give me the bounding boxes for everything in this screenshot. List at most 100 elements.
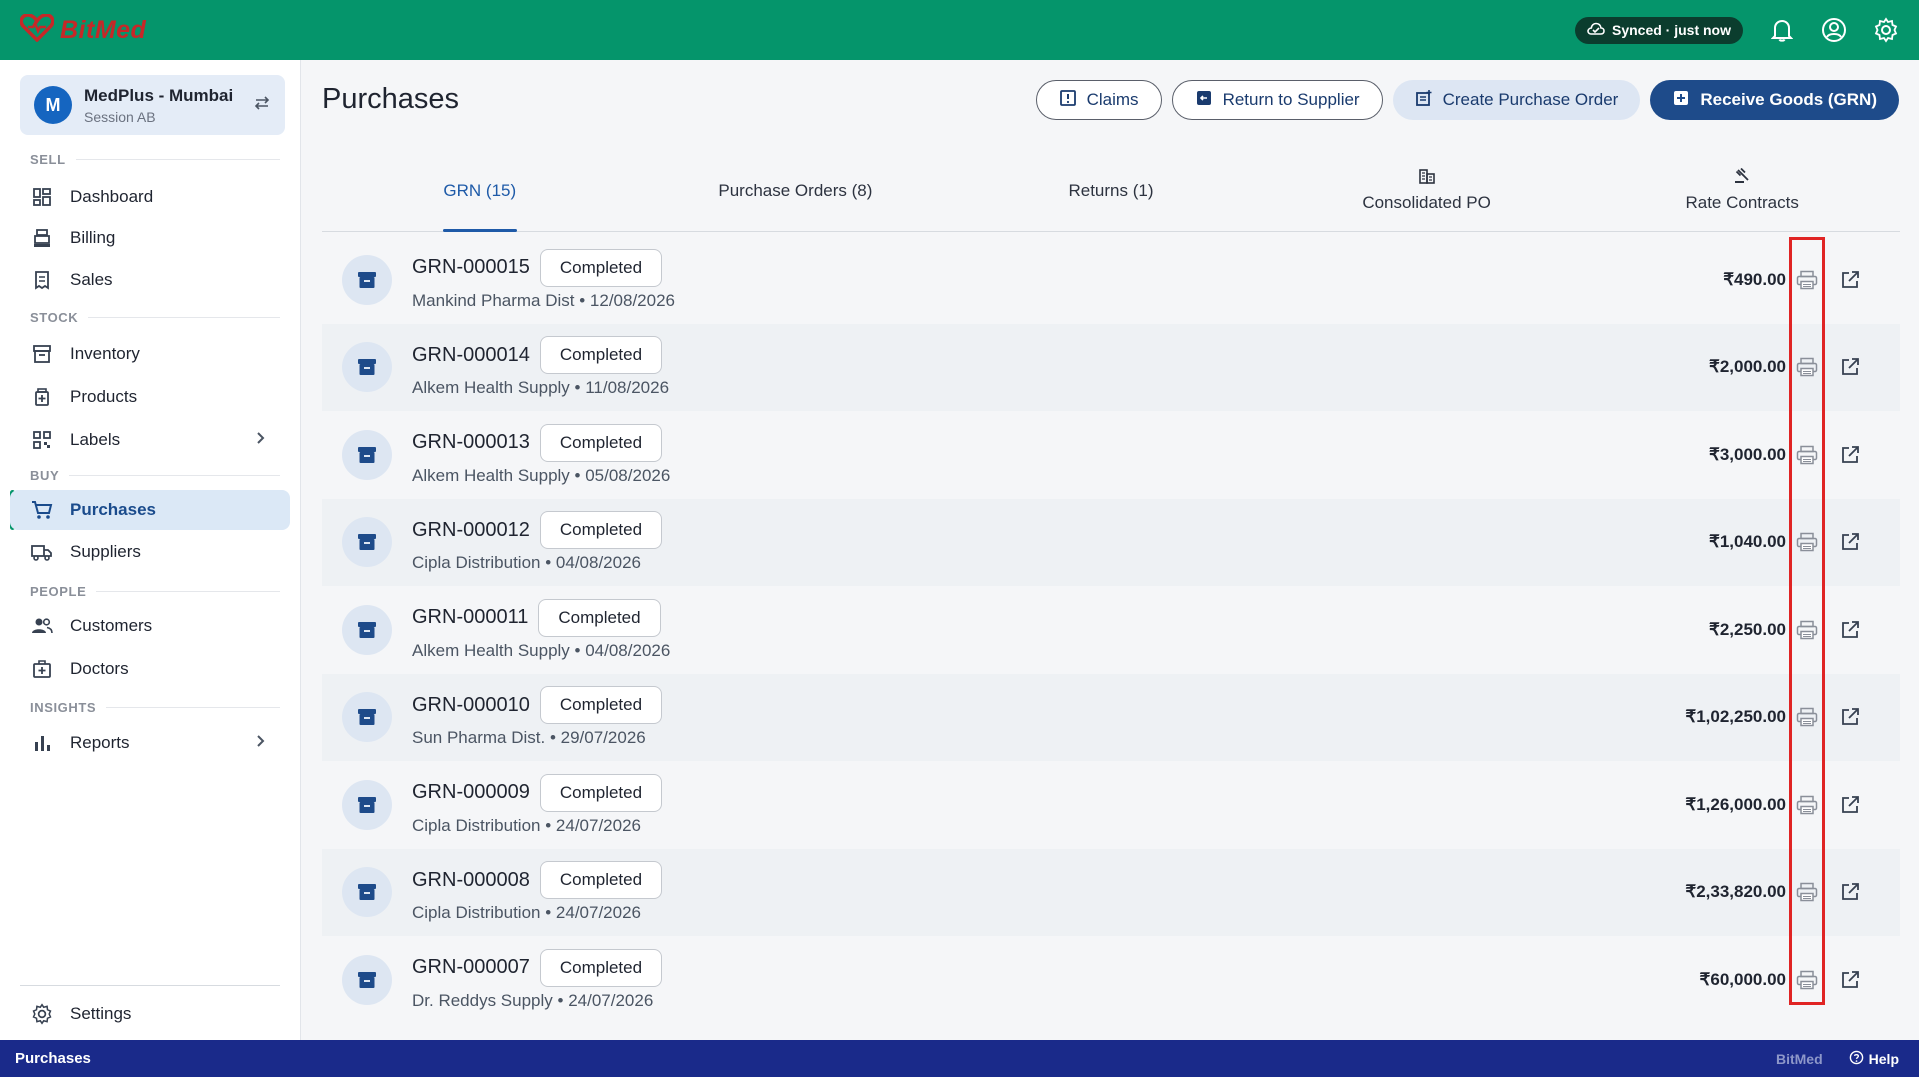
tab-grn[interactable]: GRN (15) (322, 150, 638, 231)
qr-code-icon (30, 428, 54, 452)
print-icon[interactable] (1794, 617, 1820, 643)
print-icon[interactable] (1794, 354, 1820, 380)
grn-date: 24/07/2026 (555, 903, 641, 923)
sidebar-item-suppliers[interactable]: Suppliers (10, 532, 290, 572)
tab-returns[interactable]: Returns (1) (953, 150, 1269, 231)
print-icon[interactable] (1794, 529, 1820, 555)
tab-purchase-orders[interactable]: Purchase Orders (8) (638, 150, 954, 231)
status-badge: Completed (539, 773, 663, 812)
help-label: Help (1868, 1050, 1899, 1067)
archive-icon (342, 254, 392, 305)
bell-icon[interactable] (1769, 17, 1795, 43)
sidebar-item-doctors[interactable]: Doctors (10, 649, 290, 689)
supplier-name: Cipla Distribution (412, 815, 541, 835)
account-icon[interactable] (1821, 17, 1847, 43)
grn-number: GRN-000008 (412, 868, 530, 891)
cart-icon (30, 498, 54, 522)
sync-status-text: Synced · just now (1611, 22, 1731, 38)
sidebar-item-billing[interactable]: Billing (10, 218, 290, 258)
return-to-supplier-button[interactable]: Return to Supplier (1171, 80, 1383, 120)
print-icon[interactable] (1794, 792, 1820, 818)
sidebar-item-label: Dashboard (70, 187, 154, 206)
open-in-new-icon[interactable] (1837, 529, 1863, 555)
table-row[interactable]: GRN-000014 Completed Alkem Health Supply •… (322, 323, 1900, 411)
status-badge: Completed (539, 511, 663, 550)
print-icon[interactable] (1794, 967, 1820, 993)
table-row[interactable]: GRN-000007 Completed Dr. Reddys Supply • 2… (322, 936, 1900, 1024)
tab-consolidated-po[interactable]: Consolidated PO (1269, 150, 1585, 231)
status-badge: Completed (539, 423, 663, 462)
tab-rate-contracts[interactable]: Rate Contracts (1584, 150, 1900, 231)
sidebar-item-sales[interactable]: Sales (10, 260, 290, 300)
supplier-name: Alkem Health Supply (412, 640, 570, 660)
grn-date: 24/07/2026 (568, 990, 654, 1010)
open-in-new-icon[interactable] (1837, 967, 1863, 993)
print-icon[interactable] (1794, 267, 1820, 293)
grn-amount: ₹2,33,820.00 (1685, 882, 1786, 902)
open-in-new-icon[interactable] (1837, 442, 1863, 468)
separator-dot: • (540, 553, 556, 573)
print-icon[interactable] (1794, 442, 1820, 468)
sidebar-item-label: Sales (70, 270, 113, 289)
sidebar-item-reports[interactable]: Reports (10, 723, 290, 763)
supplier-name: Cipla Distribution (412, 903, 541, 923)
separator-dot: • (569, 378, 586, 398)
brand-logo[interactable]: BitMed (19, 12, 146, 47)
inventory-icon (30, 342, 54, 366)
table-row[interactable]: GRN-000009 Completed Cipla Distribution • … (322, 761, 1900, 849)
tab-label: Consolidated PO (1362, 193, 1491, 212)
table-row[interactable]: GRN-000012 Completed Cipla Distribution • … (322, 498, 1900, 586)
sidebar-item-customers[interactable]: Customers (10, 606, 290, 646)
grn-number: GRN-000010 (412, 693, 530, 716)
open-in-new-icon[interactable] (1837, 617, 1863, 643)
chevron-right-icon (256, 733, 266, 753)
create-purchase-order-button[interactable]: Create Purchase Order (1392, 80, 1641, 120)
swap-icon[interactable] (253, 95, 271, 116)
grn-list: GRN-000015 Completed Mankind Pharma Dist •… (322, 236, 1900, 1024)
grn-meta: Cipla Distribution • 04/08/2026 (412, 553, 662, 573)
print-icon[interactable] (1794, 704, 1820, 730)
org-switcher[interactable]: M MedPlus - Mumbai Session AB (20, 75, 285, 135)
sidebar-item-dashboard[interactable]: Dashboard (10, 177, 290, 217)
sidebar-item-labels[interactable]: Labels (10, 420, 290, 460)
section-label-buy: BUY (30, 468, 280, 483)
gear-icon[interactable] (1873, 17, 1899, 43)
create-po-label: Create Purchase Order (1442, 90, 1619, 109)
table-row[interactable]: GRN-000013 Completed Alkem Health Supply •… (322, 411, 1900, 499)
sidebar-item-inventory[interactable]: Inventory (10, 334, 290, 374)
grn-number: GRN-000009 (412, 781, 530, 804)
help-button[interactable]: Help (1849, 1050, 1899, 1068)
grn-date: 12/08/2026 (589, 290, 676, 310)
open-in-new-icon[interactable] (1837, 354, 1863, 380)
status-bar-brand: BitMed (1775, 1050, 1823, 1067)
open-in-new-icon[interactable] (1837, 792, 1863, 818)
receive-goods-button[interactable]: Receive Goods (GRN) (1650, 80, 1899, 120)
print-icon[interactable] (1794, 879, 1820, 905)
separator-dot: • (569, 640, 586, 660)
grn-date: 04/08/2026 (555, 553, 641, 573)
sidebar-item-purchases[interactable]: Purchases (10, 490, 290, 530)
open-in-new-icon[interactable] (1837, 267, 1863, 293)
sidebar-item-settings[interactable]: Settings (10, 994, 290, 1034)
table-row[interactable]: GRN-000011 Completed Alkem Health Supply •… (322, 586, 1900, 674)
table-row[interactable]: GRN-000010 Completed Sun Pharma Dist. • 29… (322, 673, 1900, 761)
supplier-name: Cipla Distribution (412, 553, 541, 573)
grn-meta: Mankind Pharma Dist • 12/08/2026 (412, 291, 675, 311)
grn-amount: ₹490.00 (1723, 269, 1786, 289)
sidebar-item-products[interactable]: Products (10, 377, 290, 417)
archive-icon (342, 517, 392, 568)
open-in-new-icon[interactable] (1837, 879, 1863, 905)
sidebar-item-label: Labels (70, 430, 121, 449)
section-label-stock: STOCK (30, 310, 280, 325)
sidebar-item-label: Purchases (70, 500, 156, 519)
archive-icon (342, 429, 392, 480)
help-icon (1849, 1050, 1864, 1068)
table-row[interactable]: GRN-000008 Completed Cipla Distribution • … (322, 848, 1900, 936)
status-bar-current-page: Purchases (15, 1050, 91, 1067)
gear-icon (30, 1002, 54, 1026)
supplier-name: Dr. Reddys Supply (412, 990, 553, 1010)
open-in-new-icon[interactable] (1837, 704, 1863, 730)
sync-status-chip[interactable]: Synced · just now (1574, 16, 1743, 44)
table-row[interactable]: GRN-000015 Completed Mankind Pharma Dist •… (322, 236, 1900, 324)
claims-button[interactable]: Claims (1035, 80, 1162, 120)
